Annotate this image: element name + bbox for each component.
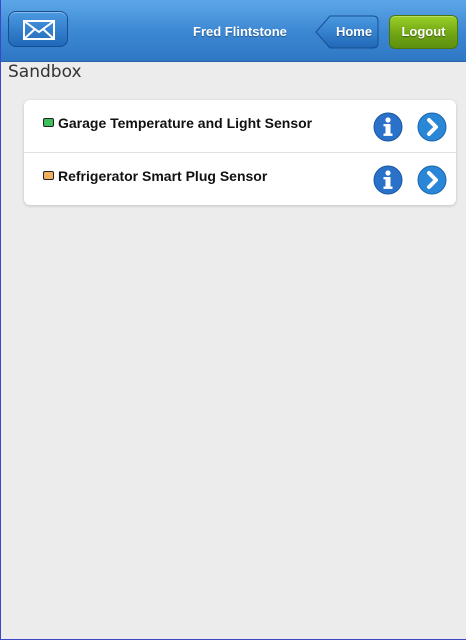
page-title: Sandbox [8,62,82,82]
home-label: Home [335,24,373,39]
list-item[interactable]: Garage Temperature and Light Sensor [24,100,456,153]
device-list: Garage Temperature and Light Sensor Refr… [24,100,456,205]
chevron-right-icon[interactable] [417,165,447,195]
sensor-status-indicator [43,171,54,180]
envelope-icon [23,20,55,40]
home-button[interactable]: Home [315,15,379,49]
device-label: Refrigerator Smart Plug Sensor [58,168,268,184]
device-label: Garage Temperature and Light Sensor [58,115,313,131]
list-item[interactable]: Refrigerator Smart Plug Sensor [24,153,456,205]
user-name: Fred Flintstone [193,24,287,39]
app-frame: Fred Flintstone Home Logout Sandbox Gara… [0,0,466,640]
logout-button[interactable]: Logout [389,15,458,49]
mail-button[interactable] [8,11,68,47]
info-icon[interactable] [373,165,403,195]
info-icon[interactable] [373,112,403,142]
header-bar: Fred Flintstone Home Logout [1,0,466,62]
sensor-status-indicator [43,118,54,127]
chevron-right-icon[interactable] [417,112,447,142]
